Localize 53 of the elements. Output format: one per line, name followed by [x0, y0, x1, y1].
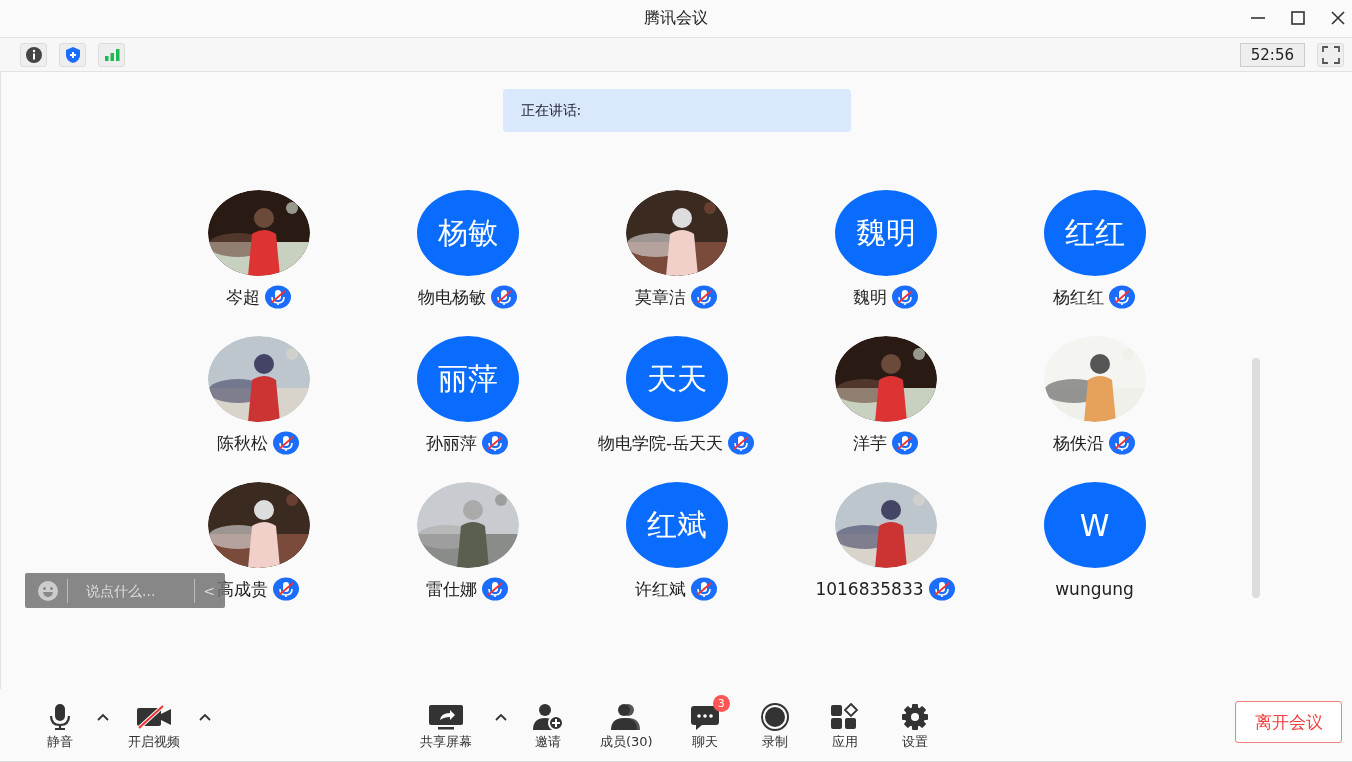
toolbar-button[interactable]: 设置	[884, 693, 945, 751]
participant-name: 物电杨敏	[417, 285, 486, 309]
participant-name: 许红斌	[635, 577, 686, 601]
caret-icon[interactable]	[96, 712, 110, 722]
fullscreen-button[interactable]	[1317, 42, 1344, 67]
fullscreen-icon	[1320, 44, 1341, 65]
settings-icon	[899, 703, 930, 731]
participant-name: 雷仕娜	[426, 577, 477, 601]
participant-name: 魏明	[852, 285, 887, 309]
toolbar-button[interactable]: 邀请	[518, 693, 578, 751]
participant-name: 杨佚沿	[1053, 431, 1104, 455]
close-icon[interactable]	[1330, 10, 1346, 26]
apps-grid-icon	[829, 703, 860, 731]
toolbar-button[interactable]: 应用	[814, 693, 875, 751]
toolbar-button[interactable]: 共享屏幕	[408, 693, 484, 751]
camera-off-icon	[135, 703, 173, 731]
scrollbar[interactable]	[1252, 358, 1260, 598]
toolbar-button[interactable]: 静音	[30, 693, 90, 751]
initials-avatar: 天天	[625, 336, 728, 422]
window-title: 腾讯会议	[644, 8, 708, 29]
participant-name: 莫章洁	[635, 285, 686, 309]
participant-name: 物电学院-岳天天	[597, 431, 724, 455]
participant-name: 岑超	[225, 285, 260, 309]
maximize-icon[interactable]	[1290, 10, 1306, 26]
toolbar-button[interactable]: 3 聊天	[674, 693, 735, 751]
participant-name: 陈秋松	[217, 431, 268, 455]
record-icon	[758, 703, 791, 731]
shield-icon	[63, 45, 82, 64]
initials-avatar: 红红	[1043, 190, 1146, 276]
meeting-timer: 52:56	[1239, 42, 1305, 67]
screen-share-icon	[427, 703, 465, 731]
unread-badge: 3	[712, 695, 730, 712]
participant-name: 孙丽萍	[426, 431, 477, 455]
initials-avatar: 丽萍	[416, 336, 519, 422]
initials-avatar: 红斌	[625, 482, 728, 568]
caret-icon[interactable]	[494, 712, 508, 722]
initials-avatar: 魏明	[834, 190, 937, 276]
toolbar-button[interactable]: 录制	[744, 693, 805, 751]
participant-name: 洋芋	[852, 431, 887, 455]
toolbar-button[interactable]: 开启视频	[116, 693, 192, 751]
participant-name: 1016835833	[815, 579, 924, 599]
participant-name: wungung	[1055, 579, 1134, 599]
add-person-icon	[531, 703, 565, 731]
info-button[interactable]	[20, 42, 47, 67]
initials-avatar: W	[1043, 482, 1146, 568]
initials-avatar: 杨敏	[416, 190, 519, 276]
caret-icon[interactable]	[198, 712, 212, 722]
security-shield-button[interactable]	[59, 42, 86, 67]
speaking-label: 正在讲话:	[520, 101, 582, 120]
leave-meeting-button[interactable]: 离开会议	[1235, 701, 1342, 743]
toolbar-button[interactable]: 成员(30)	[588, 693, 665, 751]
info-icon	[24, 45, 43, 64]
participant-name: 杨红红	[1053, 285, 1104, 309]
